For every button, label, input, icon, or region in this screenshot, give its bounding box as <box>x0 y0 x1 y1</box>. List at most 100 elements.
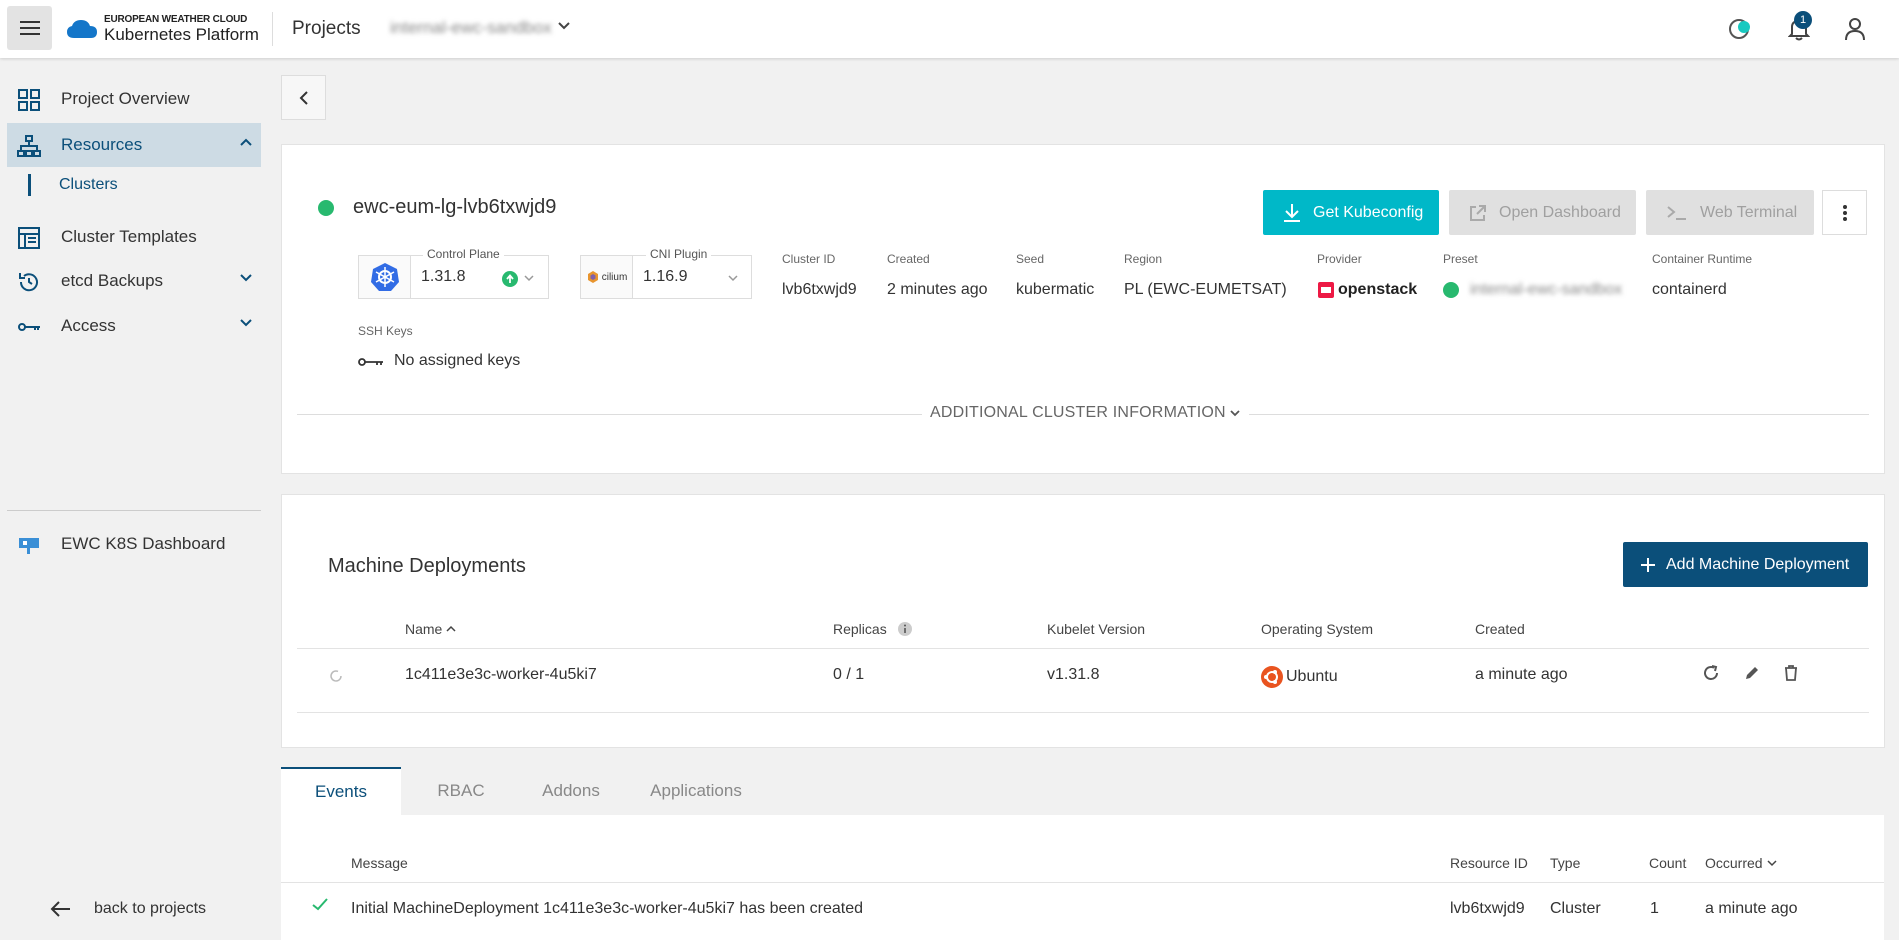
cluster-details-card <box>281 144 1885 474</box>
created-label: Created <box>887 252 930 266</box>
md-os: Ubuntu <box>1261 666 1338 688</box>
add-machine-deployment-button[interactable]: Add Machine Deployment <box>1623 542 1868 587</box>
chevron-down-icon[interactable] <box>557 21 571 31</box>
terminal-icon <box>1666 204 1688 222</box>
tab-addons[interactable]: Addons <box>521 767 621 815</box>
sidebar: Project Overview Resources Clusters Clus… <box>0 58 262 940</box>
openstack-icon <box>1318 282 1334 298</box>
sidebar-item-label: Access <box>61 316 116 335</box>
events-panel <box>281 815 1884 940</box>
open-dashboard-button[interactable]: Open Dashboard <box>1449 190 1636 235</box>
template-icon <box>18 227 40 249</box>
add-machine-deployment-label: Add Machine Deployment <box>1666 555 1850 573</box>
delete-icon[interactable] <box>1783 664 1799 682</box>
event-type: Cluster <box>1550 900 1601 917</box>
additional-info-toggle[interactable]: ADDITIONAL CLUSTER INFORMATION <box>922 404 1249 422</box>
control-plane-version-select[interactable]: Control Plane 1.31.8 <box>358 247 549 299</box>
tab-events[interactable]: Events <box>281 767 401 815</box>
control-plane-version: 1.31.8 <box>421 268 466 285</box>
web-terminal-label: Web Terminal <box>1700 203 1798 221</box>
event-message: Initial MachineDeployment 1c411e3e3c-wor… <box>351 900 863 917</box>
sidebar-item-etcd-backups[interactable]: etcd Backups <box>7 259 261 303</box>
container-runtime-value: containerd <box>1652 281 1727 298</box>
user-icon[interactable] <box>1840 14 1870 44</box>
cluster-id-label: Cluster ID <box>782 252 836 266</box>
ssh-keys-value: No assigned keys <box>394 352 521 369</box>
get-kubeconfig-label: Get Kubeconfig <box>1313 203 1424 221</box>
more-options-button[interactable] <box>1822 190 1867 235</box>
column-header-name[interactable]: Name <box>405 621 456 637</box>
ssh-keys-label: SSH Keys <box>358 324 413 338</box>
sidebar-item-access[interactable]: Access <box>7 304 261 348</box>
column-header-resource-id: Resource ID <box>1450 855 1528 871</box>
sidebar-item-ewc-dashboard[interactable]: EWC K8S Dashboard <box>7 522 261 566</box>
column-header-replicas: Replicas <box>833 621 913 637</box>
column-header-occurred[interactable]: Occurred <box>1705 855 1777 871</box>
provider-name: openstack <box>1338 281 1418 298</box>
cluster-status-dot <box>318 200 334 216</box>
project-selector[interactable]: internal-ewc-sandbox <box>390 18 552 38</box>
sidebar-item-label: etcd Backups <box>61 271 164 290</box>
preset-status-dot <box>1443 282 1459 298</box>
info-icon[interactable] <box>897 621 913 637</box>
check-icon <box>312 898 328 911</box>
restart-icon[interactable] <box>1702 664 1720 682</box>
app-logo[interactable]: EUROPEAN WEATHER CLOUD Kubernetes Platfo… <box>66 14 259 44</box>
sidebar-item-label: EWC K8S Dashboard <box>61 534 226 553</box>
control-plane-legend: Control Plane <box>423 247 504 261</box>
download-icon <box>1283 203 1301 223</box>
chevron-down-icon <box>728 275 738 282</box>
column-header-os: Operating System <box>1261 621 1374 637</box>
plus-icon <box>1641 557 1655 572</box>
chevron-down-icon <box>524 275 534 282</box>
sort-asc-icon <box>446 625 456 632</box>
event-resource-id: lvb6txwjd9 <box>1450 900 1525 917</box>
column-header-kubelet: Kubelet Version <box>1047 621 1146 637</box>
sidebar-item-project-overview[interactable]: Project Overview <box>7 77 261 121</box>
ubuntu-icon <box>1261 666 1283 688</box>
md-name: 1c411e3e3c-worker-4u5ki7 <box>405 666 597 683</box>
md-replicas: 0 / 1 <box>833 666 865 683</box>
cni-plugin-version-select[interactable]: cilium CNI Plugin 1.16.9 <box>580 247 752 299</box>
seed-value: kubermatic <box>1016 281 1095 298</box>
tab-applications[interactable]: Applications <box>621 767 771 815</box>
event-count: 1 <box>1650 900 1659 917</box>
preset-value: internal-ewc-sandbox <box>1470 281 1623 298</box>
projects-link[interactable]: Projects <box>292 18 361 40</box>
web-terminal-button[interactable]: Web Terminal <box>1646 190 1814 235</box>
divider <box>297 648 1869 649</box>
divider <box>297 712 1869 713</box>
external-link-icon <box>1469 204 1487 222</box>
key-icon <box>18 323 40 331</box>
loading-spinner-icon <box>330 670 342 682</box>
seed-label: Seed <box>1016 252 1045 266</box>
kubernetes-icon <box>359 256 411 298</box>
back-to-projects-label: back to projects <box>94 900 207 917</box>
chevron-down-icon <box>1230 410 1240 417</box>
upgrade-available-icon[interactable] <box>502 271 518 287</box>
provider-label: Provider <box>1317 252 1362 266</box>
sidebar-item-resources[interactable]: Resources <box>7 123 261 167</box>
menu-icon[interactable] <box>7 6 52 50</box>
preset-label: Preset <box>1443 252 1478 266</box>
divider <box>7 510 261 511</box>
get-kubeconfig-button[interactable]: Get Kubeconfig <box>1263 190 1439 235</box>
back-to-projects-link[interactable]: back to projects <box>50 900 206 918</box>
chevron-up-icon <box>240 138 252 146</box>
sidebar-item-cluster-templates[interactable]: Cluster Templates <box>7 215 261 259</box>
created-value: 2 minutes ago <box>887 281 988 298</box>
cluster-name: ewc-eum-lg-lvb6txwjd9 <box>353 196 557 218</box>
sidebar-item-clusters[interactable]: Clusters <box>59 176 118 194</box>
open-dashboard-label: Open Dashboard <box>1499 203 1621 221</box>
edit-icon[interactable] <box>1743 664 1761 682</box>
cluster-id: lvb6txwjd9 <box>782 281 857 298</box>
additional-info-label: ADDITIONAL CLUSTER INFORMATION <box>930 404 1226 421</box>
provider-value: openstack <box>1317 281 1417 299</box>
column-header-count: Count <box>1649 855 1687 871</box>
chevron-down-icon <box>240 274 252 282</box>
top-bar: EUROPEAN WEATHER CLOUD Kubernetes Platfo… <box>0 0 1899 58</box>
theme-toggle-icon[interactable] <box>1725 14 1755 44</box>
back-button[interactable] <box>281 75 326 120</box>
divider <box>272 12 273 46</box>
tab-rbac[interactable]: RBAC <box>401 767 521 815</box>
